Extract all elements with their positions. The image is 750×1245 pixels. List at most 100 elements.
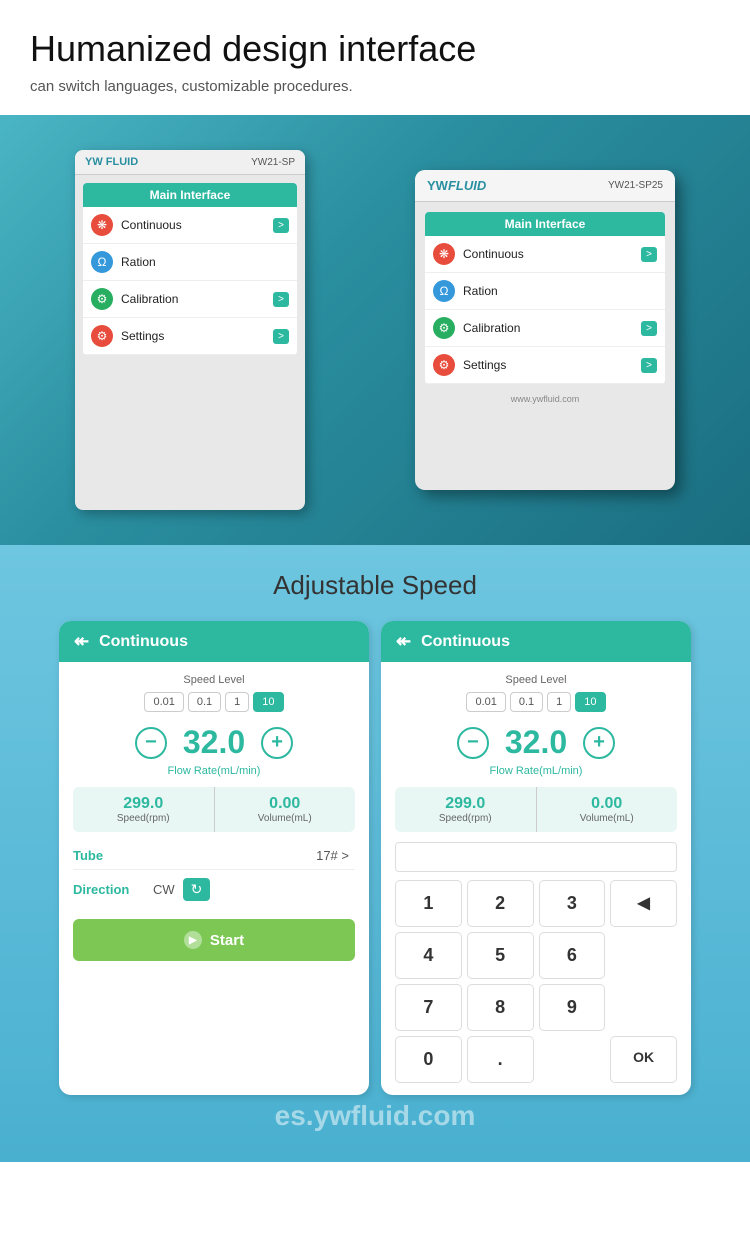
numpad-key-ok[interactable]: OK xyxy=(610,1036,677,1083)
right-volume-value: 0.00 xyxy=(547,795,668,813)
right-menu-arrow-continuous: > xyxy=(641,247,657,262)
right-panel-header: ↞ Continuous xyxy=(381,621,691,662)
menu-arrow-settings: > xyxy=(273,329,289,344)
right-menu-label-ration: Ration xyxy=(463,284,657,298)
right-decrease-btn[interactable]: − xyxy=(457,727,489,759)
menu-icon-settings: ⚙ xyxy=(91,325,113,347)
left-decrease-btn[interactable]: − xyxy=(135,727,167,759)
right-panel-body: Speed Level 0.01 0.1 1 10 − 32.0 + Flow … xyxy=(381,662,691,1095)
numpad-key-1[interactable]: 1 xyxy=(395,880,462,927)
speed-btn-1[interactable]: 1 xyxy=(225,692,249,712)
bottom-section: Adjustable Speed ↞ Continuous Speed Leve… xyxy=(0,545,750,1162)
start-play-icon: ▶ xyxy=(184,931,202,949)
menu-item-calibration[interactable]: ⚙ Calibration > xyxy=(83,281,297,318)
numpad-key-2[interactable]: 2 xyxy=(467,880,534,927)
numpad-key-9[interactable]: 9 xyxy=(539,984,606,1031)
speed-btn-001[interactable]: 0.01 xyxy=(144,692,183,712)
numpad-key-6[interactable]: 6 xyxy=(539,932,606,979)
left-increase-btn[interactable]: + xyxy=(261,727,293,759)
left-speed-volume-box: 299.0 Speed(rpm) 0.00 Volume(mL) xyxy=(73,787,355,832)
right-speed-buttons: 0.01 0.1 1 10 xyxy=(395,692,677,712)
right-panel-title: Continuous xyxy=(421,633,510,651)
screen-header-left: Main Interface xyxy=(83,183,297,207)
right-menu-label-calibration: Calibration xyxy=(463,321,633,335)
left-speed-value: 299.0 xyxy=(83,795,204,813)
numpad-key-0[interactable]: 0 xyxy=(395,1036,462,1083)
left-flow-control: − 32.0 + xyxy=(73,724,355,761)
left-flow-rate-label: Flow Rate(mL/min) xyxy=(73,765,355,777)
right-speed-level-label: Speed Level xyxy=(395,674,677,686)
right-menu-arrow-settings: > xyxy=(641,358,657,373)
left-tube-row: Tube 17# > xyxy=(73,842,355,870)
right-menu-item-continuous[interactable]: ❋ Continuous > xyxy=(425,236,665,273)
speed-btn-01[interactable]: 0.1 xyxy=(188,692,221,712)
right-speed-btn-1[interactable]: 1 xyxy=(547,692,571,712)
right-menu-arrow-calibration: > xyxy=(641,321,657,336)
left-start-label: Start xyxy=(210,932,244,949)
numpad-key-3[interactable]: 3 xyxy=(539,880,606,927)
numpad-key-dot[interactable]: . xyxy=(467,1036,534,1083)
right-menu-item-calibration[interactable]: ⚙ Calibration > xyxy=(425,310,665,347)
right-volume-label: Volume(mL) xyxy=(547,813,668,824)
numpad-key-4[interactable]: 4 xyxy=(395,932,462,979)
right-speed-value: 299.0 xyxy=(405,795,526,813)
numpad-key-backspace[interactable]: ◀ xyxy=(610,880,677,927)
left-tube-label: Tube xyxy=(73,848,153,863)
menu-icon-continuous: ❋ xyxy=(91,214,113,236)
menu-icon-ration: Ω xyxy=(91,251,113,273)
left-speed-level-label: Speed Level xyxy=(73,674,355,686)
right-speed-label: Speed(rpm) xyxy=(405,813,526,824)
left-start-button[interactable]: ▶ Start xyxy=(73,919,355,961)
menu-label-calibration: Calibration xyxy=(121,292,265,306)
top-section: Humanized design interface can switch la… xyxy=(0,0,750,115)
left-speed-buttons: 0.01 0.1 1 10 xyxy=(73,692,355,712)
left-control-panel: ↞ Continuous Speed Level 0.01 0.1 1 10 −… xyxy=(59,621,369,1095)
device-screen-left: Main Interface ❋ Continuous > Ω Ration ⚙… xyxy=(83,183,297,355)
left-panel-title: Continuous xyxy=(99,633,188,651)
watermark-text: es.ywfluid.com xyxy=(275,1100,476,1131)
menu-label-settings: Settings xyxy=(121,329,265,343)
menu-arrow-continuous: > xyxy=(273,218,289,233)
photo-inner: YW FLUID YW21-SP Main Interface ❋ Contin… xyxy=(0,115,750,545)
menu-item-settings[interactable]: ⚙ Settings > xyxy=(83,318,297,355)
numpad-key-8[interactable]: 8 xyxy=(467,984,534,1031)
left-flow-value: 32.0 xyxy=(183,724,245,761)
left-panel-body: Speed Level 0.01 0.1 1 10 − 32.0 + Flow … xyxy=(59,662,369,973)
menu-item-ration[interactable]: Ω Ration xyxy=(83,244,297,281)
right-speed-volume-box: 299.0 Speed(rpm) 0.00 Volume(mL) xyxy=(395,787,677,832)
right-increase-btn[interactable]: + xyxy=(583,727,615,759)
right-back-arrow-icon[interactable]: ↞ xyxy=(396,631,411,652)
left-tube-value[interactable]: 17# > xyxy=(153,848,355,863)
left-direction-value: CW xyxy=(153,882,175,897)
menu-icon-calibration: ⚙ xyxy=(91,288,113,310)
device-left: YW FLUID YW21-SP Main Interface ❋ Contin… xyxy=(75,150,305,510)
right-speed-btn-01[interactable]: 0.1 xyxy=(510,692,543,712)
speed-btn-10[interactable]: 10 xyxy=(253,692,283,712)
right-menu-label-settings: Settings xyxy=(463,358,633,372)
right-menu-item-settings[interactable]: ⚙ Settings > xyxy=(425,347,665,384)
right-menu-item-ration[interactable]: Ω Ration xyxy=(425,273,665,310)
page-title: Humanized design interface xyxy=(30,28,720,70)
menu-item-continuous[interactable]: ❋ Continuous > xyxy=(83,207,297,244)
numpad-grid: 1 2 3 ◀ 4 5 6 7 8 9 0 . OK xyxy=(395,880,677,1083)
website-label: www.ywfluid.com xyxy=(415,394,675,404)
right-menu-label-continuous: Continuous xyxy=(463,247,633,261)
left-direction-row: Direction CW ↻ xyxy=(73,870,355,909)
screen-header-right: Main Interface xyxy=(425,212,665,236)
device-model-left: YW21-SP xyxy=(251,157,295,168)
adjustable-speed-title: Adjustable Speed xyxy=(20,570,730,601)
left-direction-btn[interactable]: ↻ xyxy=(183,878,211,901)
watermark: es.ywfluid.com xyxy=(20,1100,730,1132)
right-speed-btn-10[interactable]: 10 xyxy=(575,692,605,712)
menu-label-continuous: Continuous xyxy=(121,218,265,232)
menu-arrow-calibration: > xyxy=(273,292,289,307)
left-volume-value: 0.00 xyxy=(225,795,346,813)
right-speed-btn-001[interactable]: 0.01 xyxy=(466,692,505,712)
numpad-key-7[interactable]: 7 xyxy=(395,984,462,1031)
device-top-bar-left: YW FLUID YW21-SP xyxy=(75,150,305,175)
left-back-arrow-icon[interactable]: ↞ xyxy=(74,631,89,652)
photo-section: YW FLUID YW21-SP Main Interface ❋ Contin… xyxy=(0,115,750,545)
left-direction-label: Direction xyxy=(73,882,153,897)
numpad-key-5[interactable]: 5 xyxy=(467,932,534,979)
numpad-input-display[interactable] xyxy=(395,842,677,872)
